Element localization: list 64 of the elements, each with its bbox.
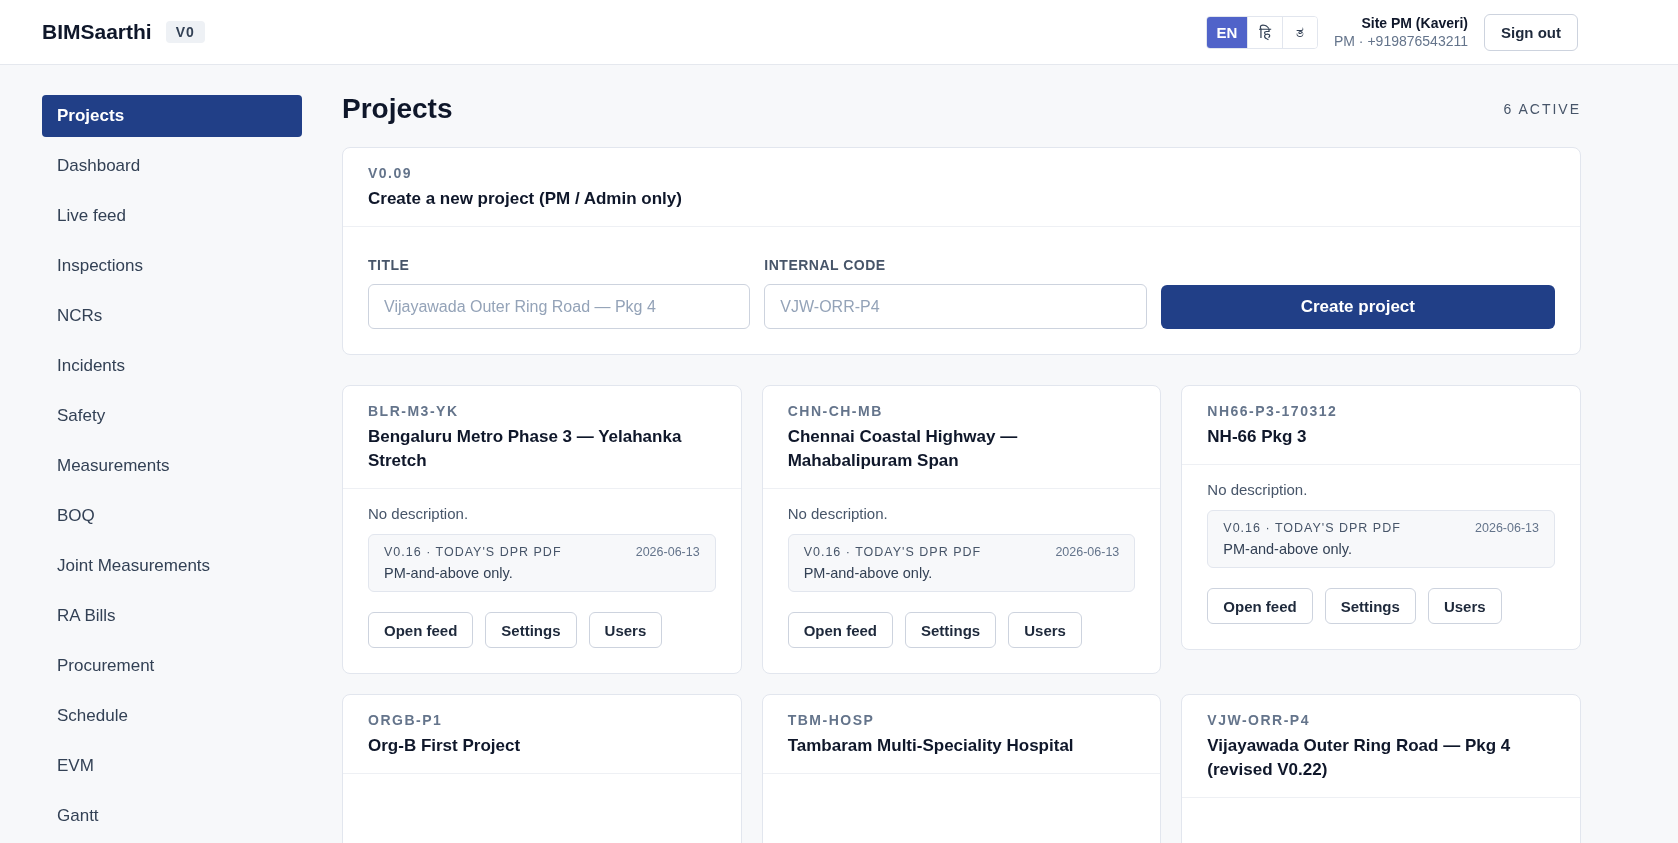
sidebar-item[interactable]: Schedule (42, 695, 302, 737)
project-code: TBM-HOSP (787, 712, 876, 728)
version-tag: V0 (165, 21, 205, 43)
user-name: Site PM (Kaveri) (1361, 14, 1468, 32)
sidebar-item[interactable]: Gantt (42, 795, 302, 837)
project-description: No description. (368, 505, 470, 522)
sidebar-item[interactable]: Safety (42, 395, 302, 437)
project-action-button[interactable]: Users (588, 612, 663, 648)
user-role-phone: PM · +919876543211 (1334, 32, 1468, 50)
active-count: 6 ACTIVE (1503, 101, 1581, 117)
dpr-date: 2026-06-13 (1475, 521, 1539, 535)
version-label: V0.09 (368, 165, 414, 181)
project-name: Org-B First Project (368, 735, 522, 757)
app-name: BIMSaarthi (42, 20, 152, 44)
project-description: No description. (1207, 481, 1309, 498)
project-name: NH-66 Pkg 3 (1207, 426, 1308, 448)
project-code: CHN-CH-MB (787, 403, 884, 419)
project-action-button[interactable]: Settings (1324, 588, 1416, 624)
sidebar-item[interactable]: Live feed (42, 195, 302, 237)
project-code: ORGB-P1 (368, 712, 444, 728)
project-action-button[interactable]: Settings (905, 612, 997, 648)
project-description: No description. (787, 505, 889, 522)
dpr-date: 2026-06-13 (635, 545, 700, 559)
dpr-note: PM-and-above only. (1223, 541, 1353, 557)
project-action-button[interactable]: Users (1427, 588, 1502, 624)
project-action-button[interactable]: Open feed (787, 612, 893, 648)
sidebar-item[interactable]: Incidents (42, 345, 302, 387)
input-field[interactable]: Vijayawada Outer Ring Road — Pkg 4 (368, 284, 751, 329)
project-action-button[interactable]: Users (1008, 612, 1082, 648)
sign-out-button[interactable]: Sign out (1484, 13, 1578, 51)
dpr-note: PM-and-above only. (384, 565, 514, 581)
dpr-date: 2026-06-13 (1055, 545, 1120, 559)
page-title: Projects (342, 93, 453, 125)
dpr-label: V0.16 · TODAY'S DPR PDF (384, 545, 562, 559)
sidebar-item[interactable]: EVM (42, 745, 302, 787)
sidebar-item[interactable]: Inspections (42, 245, 302, 287)
language-button[interactable]: EN (1207, 16, 1247, 48)
sidebar-item[interactable]: RA Bills (42, 595, 302, 637)
sidebar-item[interactable]: Measurements (42, 445, 302, 487)
project-name: Chennai Coastal Highway — Mahabalipuram Span (787, 426, 1019, 472)
project-name: Tambaram Multi-Speciality Hospital (787, 735, 1075, 757)
project-action-button[interactable]: Open feed (1207, 588, 1313, 624)
dpr-label: V0.16 · TODAY'S DPR PDF (1223, 521, 1401, 535)
project-name: Bengaluru Metro Phase 3 — Yelahanka Stretch (368, 426, 683, 472)
sidebar-item[interactable]: Procurement (42, 645, 302, 687)
sidebar-item[interactable]: Joint Measurements (42, 545, 302, 587)
field-label: TITLE (368, 257, 411, 273)
create-project-button[interactable]: Create project (1160, 285, 1555, 329)
project-action-button[interactable]: Settings (485, 612, 577, 648)
project-action-button[interactable]: Open feed (368, 612, 474, 648)
dpr-note: PM-and-above only. (803, 565, 934, 581)
field-label: INTERNAL CODE (764, 257, 887, 273)
sidebar-item[interactable]: BOQ (42, 495, 302, 537)
input-field[interactable]: VJW-ORR-P4 (764, 284, 1147, 329)
sidebar-item[interactable]: Dashboard (42, 145, 302, 187)
project-name: Vijayawada Outer Ring Road — Pkg 4 (revised V0.22) (1207, 735, 1512, 781)
dpr-label: V0.16 · TODAY'S DPR PDF (803, 545, 982, 559)
sidebar-item[interactable]: NCRs (42, 295, 302, 337)
language-button[interactable]: ತ (1282, 16, 1317, 48)
project-code: BLR-M3-YK (368, 403, 460, 419)
project-code: NH66-P3-170312 (1207, 403, 1339, 419)
project-code: VJW-ORR-P4 (1207, 712, 1311, 728)
form-heading: Create a new project (PM / Admin only) (368, 188, 683, 210)
sidebar-item[interactable]: Projects (42, 95, 302, 137)
